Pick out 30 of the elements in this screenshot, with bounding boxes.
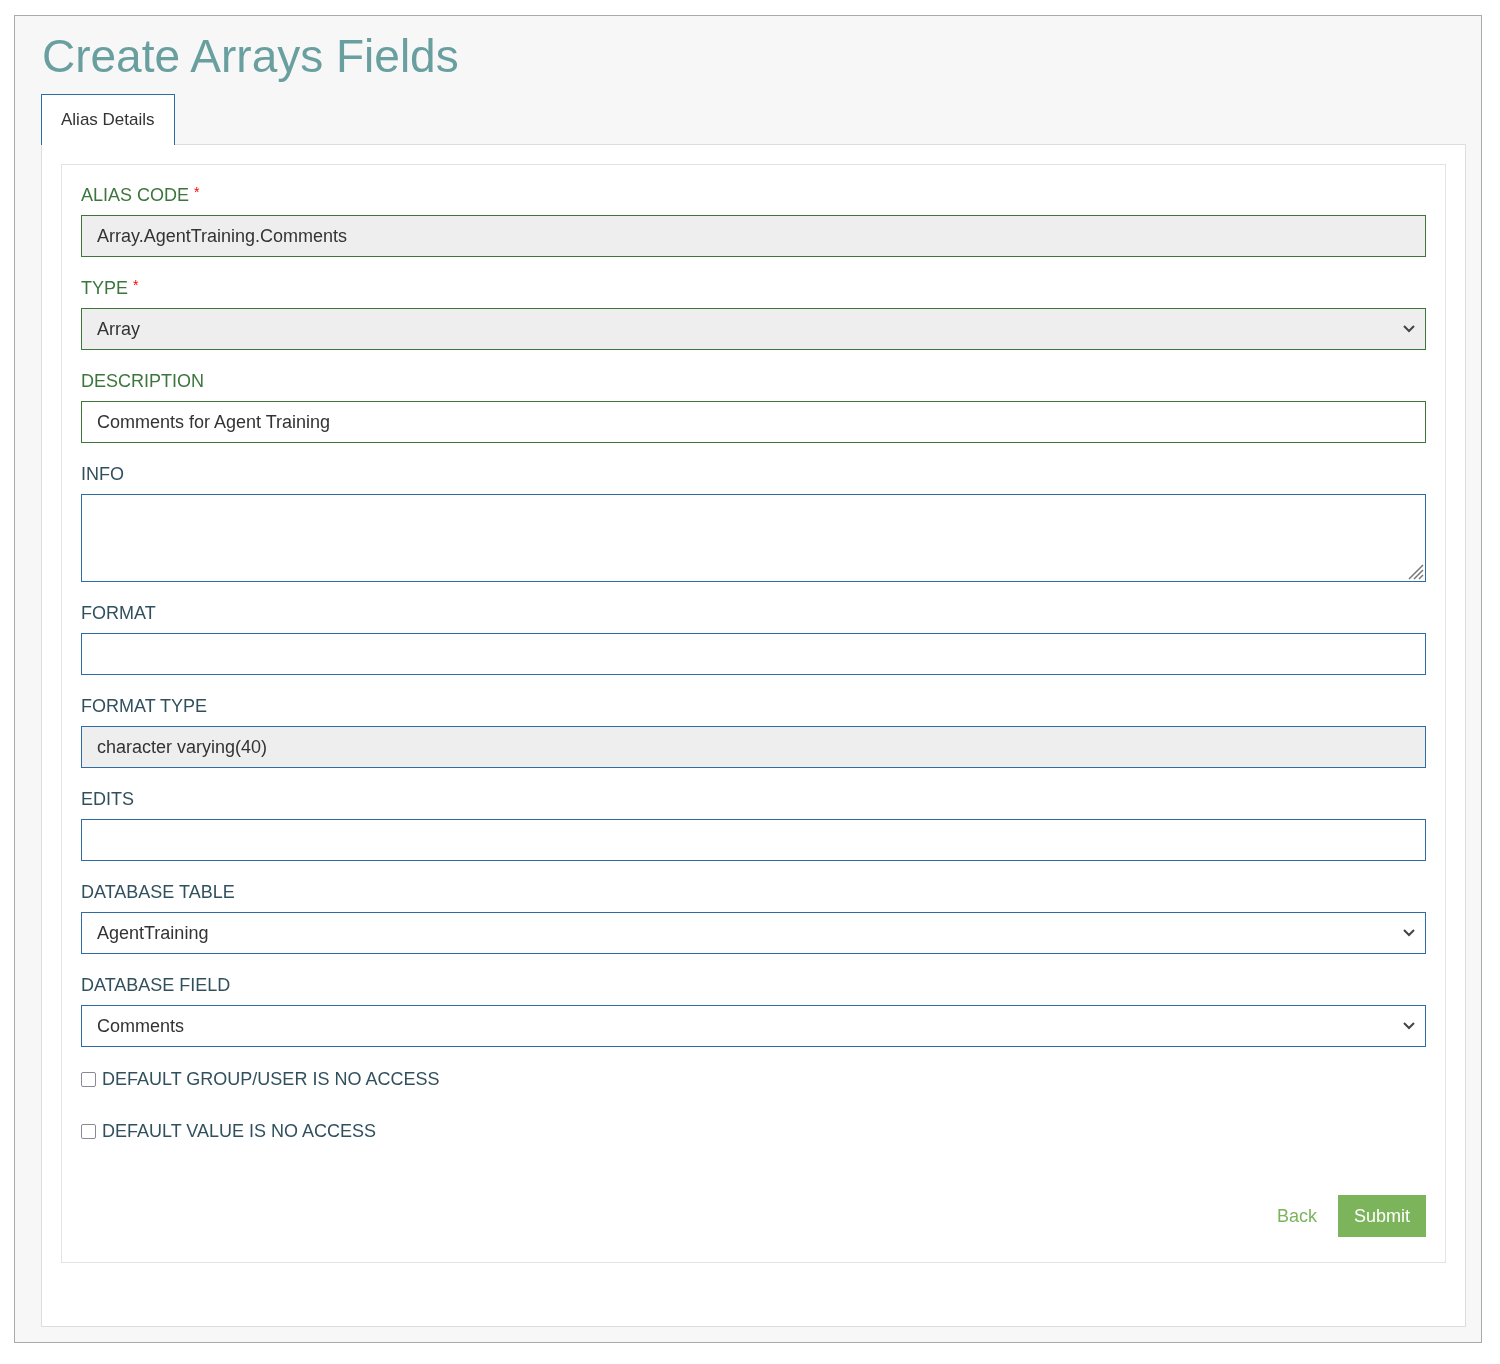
resize-handle-icon bbox=[1406, 562, 1424, 580]
checkbox[interactable] bbox=[81, 1071, 96, 1087]
field-label: DATABASE FIELD bbox=[81, 975, 231, 995]
textarea-field[interactable] bbox=[81, 494, 1426, 582]
field-label: INFO bbox=[81, 464, 124, 484]
field-label: TYPE bbox=[81, 278, 128, 298]
text-field[interactable] bbox=[81, 633, 1426, 675]
checkbox[interactable] bbox=[81, 1123, 96, 1139]
text-field[interactable]: Array.AgentTraining.Comments bbox=[81, 215, 1426, 257]
required-mark: * bbox=[194, 185, 200, 199]
select-field[interactable]: Array bbox=[81, 308, 1426, 350]
checkbox-label: DEFAULT VALUE IS NO ACCESS bbox=[102, 1119, 377, 1143]
text-field[interactable]: character varying(40) bbox=[81, 726, 1426, 768]
text-field[interactable] bbox=[81, 819, 1426, 861]
required-mark: * bbox=[133, 278, 139, 292]
chevron-down-icon bbox=[1403, 325, 1415, 333]
field-label: EDITS bbox=[81, 789, 134, 809]
select-field[interactable]: AgentTraining bbox=[81, 912, 1426, 954]
checkbox-label: DEFAULT GROUP/USER IS NO ACCESS bbox=[102, 1067, 440, 1091]
field-label: DATABASE TABLE bbox=[81, 882, 235, 902]
field-label: ALIAS CODE bbox=[81, 185, 190, 205]
field-label: FORMAT bbox=[81, 603, 156, 623]
chevron-down-icon bbox=[1403, 1022, 1415, 1030]
text-field[interactable]: Comments for Agent Training bbox=[81, 401, 1426, 443]
tab[interactable]: Alias Details bbox=[41, 94, 175, 145]
chevron-down-icon bbox=[1403, 929, 1415, 937]
field-label: DESCRIPTION bbox=[81, 371, 204, 391]
select-field[interactable]: Comments bbox=[81, 1005, 1426, 1047]
page-title: Create Arrays Fields bbox=[42, 29, 460, 84]
field-label: FORMAT TYPE bbox=[81, 696, 208, 716]
